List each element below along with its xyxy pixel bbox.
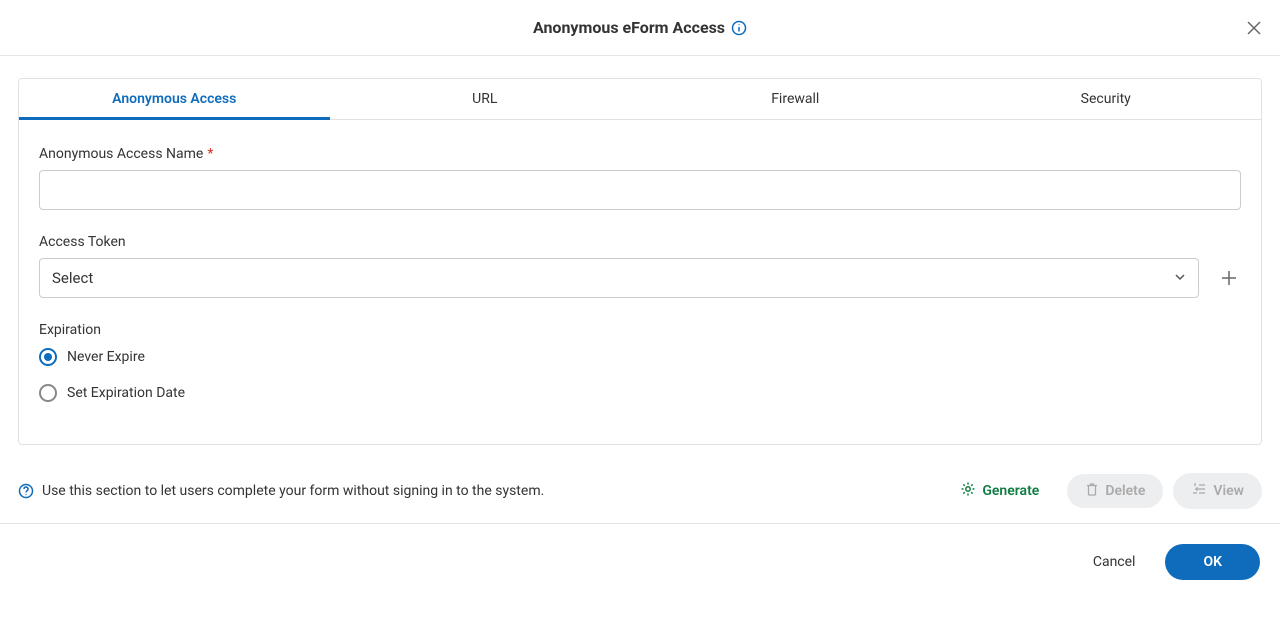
radio-label: Never Expire xyxy=(67,349,145,365)
chevron-down-icon xyxy=(1174,269,1186,287)
info-text: Use this section to let users complete y… xyxy=(42,483,544,499)
button-label: Delete xyxy=(1105,483,1145,499)
anon-name-label: Anonymous Access Name* xyxy=(39,146,1241,162)
cancel-button[interactable]: Cancel xyxy=(1085,544,1144,580)
button-label: View xyxy=(1213,483,1244,499)
close-icon[interactable] xyxy=(1242,16,1266,40)
tab-label: URL xyxy=(472,91,497,107)
label-text: Anonymous Access Name xyxy=(39,146,203,162)
radio-set-expiration[interactable]: Set Expiration Date xyxy=(39,384,1241,402)
field-anon-name: Anonymous Access Name* xyxy=(39,146,1241,210)
add-token-button[interactable] xyxy=(1217,266,1241,290)
tab-bar: Anonymous Access URL Firewall Security xyxy=(18,78,1262,120)
expiration-label: Expiration xyxy=(39,322,1241,338)
button-label: Cancel xyxy=(1093,554,1136,570)
radio-label: Set Expiration Date xyxy=(67,385,185,401)
trash-icon xyxy=(1085,482,1099,500)
tab-label: Firewall xyxy=(771,91,819,107)
required-asterisk: * xyxy=(207,146,213,162)
radio-icon xyxy=(39,348,57,366)
access-token-label: Access Token xyxy=(39,234,1241,250)
radio-never-expire[interactable]: Never Expire xyxy=(39,348,1241,366)
tab-label: Anonymous Access xyxy=(112,91,236,107)
tab-panel: Anonymous Access Name* Access Token Sele… xyxy=(18,120,1262,445)
delete-button: Delete xyxy=(1067,474,1163,508)
tab-url[interactable]: URL xyxy=(330,79,641,119)
radio-icon xyxy=(39,384,57,402)
access-token-select[interactable]: Select xyxy=(39,258,1199,298)
tab-firewall[interactable]: Firewall xyxy=(640,79,951,119)
modal-title-text: Anonymous eForm Access xyxy=(533,18,725,37)
help-icon[interactable] xyxy=(18,483,34,499)
ok-button[interactable]: OK xyxy=(1165,544,1260,580)
button-label: OK xyxy=(1203,554,1222,570)
anon-name-input[interactable] xyxy=(39,170,1241,210)
field-access-token: Access Token Select xyxy=(39,234,1241,298)
view-button: View xyxy=(1173,473,1262,509)
field-expiration: Expiration Never Expire Set Expiration D… xyxy=(39,322,1241,402)
tab-anonymous-access[interactable]: Anonymous Access xyxy=(19,79,330,119)
generate-button[interactable]: Generate xyxy=(942,473,1057,509)
tab-label: Security xyxy=(1081,91,1131,107)
modal-header: Anonymous eForm Access xyxy=(0,0,1280,56)
info-bar: Use this section to let users complete y… xyxy=(0,459,1280,524)
view-icon xyxy=(1191,481,1207,501)
modal-title: Anonymous eForm Access xyxy=(533,18,747,37)
gear-icon xyxy=(960,481,976,501)
select-value: Select xyxy=(52,269,93,287)
modal-footer: Cancel OK xyxy=(0,524,1280,600)
tab-security[interactable]: Security xyxy=(951,79,1262,119)
info-icon[interactable] xyxy=(731,20,747,36)
button-label: Generate xyxy=(982,483,1039,499)
